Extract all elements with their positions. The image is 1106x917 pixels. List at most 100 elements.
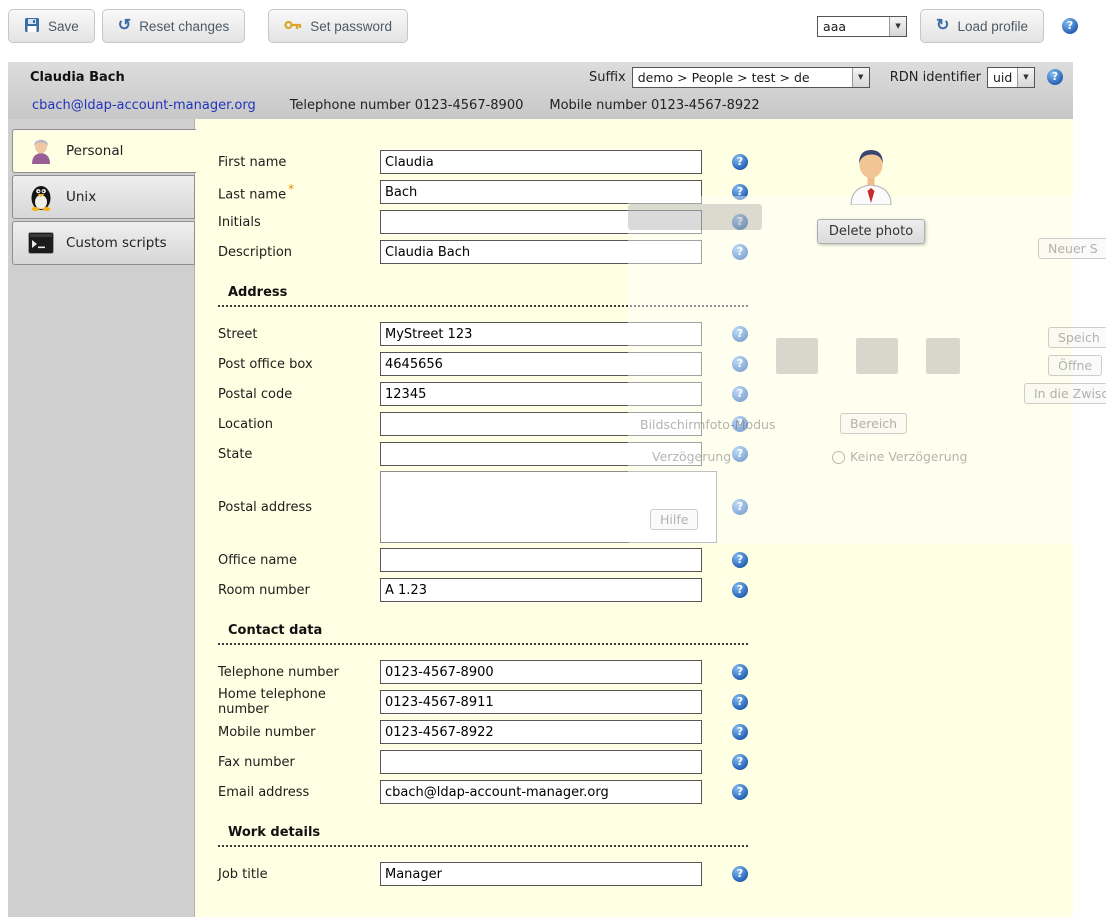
field-label: Office name (218, 553, 380, 568)
load-profile-label: Load profile (957, 19, 1028, 34)
initials-input[interactable] (380, 210, 702, 234)
lam-account-edit-page: Save Reset changes Set password aaa Load… (0, 0, 1106, 917)
dropdown-arrow-icon[interactable] (852, 68, 869, 87)
help-icon[interactable] (732, 386, 748, 402)
profile-select[interactable]: aaa (817, 16, 907, 37)
help-icon[interactable] (732, 866, 748, 882)
help-icon[interactable] (732, 154, 748, 170)
field-label: Email address (218, 785, 380, 800)
tab-unix[interactable]: Unix (12, 175, 195, 219)
toolbar-right-group: aaa Load profile (817, 9, 1078, 43)
home-telephone-number-input[interactable] (380, 690, 702, 714)
help-icon[interactable] (732, 446, 748, 462)
postal-address-textarea[interactable] (380, 471, 717, 543)
field-label: Last name (218, 187, 286, 202)
dropdown-arrow-icon[interactable] (1017, 68, 1034, 87)
help-icon[interactable] (732, 582, 748, 598)
fax-number-input[interactable] (380, 750, 702, 774)
email-address-input[interactable] (380, 780, 702, 804)
help-icon[interactable] (732, 694, 748, 710)
set-password-label: Set password (310, 19, 392, 34)
rdn-identifier-label: RDN identifier (890, 70, 981, 85)
key-icon (284, 19, 302, 34)
terminal-icon (26, 232, 56, 254)
tab-custom-scripts-label: Custom scripts (66, 235, 167, 251)
field-label: Initials (218, 215, 380, 230)
help-icon[interactable] (732, 754, 748, 770)
form-row: Last name* (218, 177, 1073, 207)
street-input[interactable] (380, 322, 702, 346)
form-row: Room number (218, 575, 1073, 605)
page-body: Personal Unix Custom scripts First name (8, 119, 1073, 917)
person-icon (26, 137, 56, 165)
suffix-select[interactable]: demo > People > test > de (632, 67, 870, 88)
reset-changes-button[interactable]: Reset changes (102, 9, 245, 43)
reset-icon (118, 18, 131, 34)
last-name-input[interactable] (380, 180, 702, 204)
help-icon[interactable] (732, 784, 748, 800)
tab-personal[interactable]: Personal (12, 129, 196, 173)
section-header-work-details: Work details (218, 825, 748, 847)
form-row: Fax number (218, 747, 1073, 777)
form-row: Postal code (218, 379, 1073, 409)
rdn-identifier-select[interactable]: uid (987, 67, 1035, 88)
field-label: Telephone number (218, 665, 380, 680)
postal-code-input[interactable] (380, 382, 702, 406)
help-icon[interactable] (1062, 18, 1078, 34)
account-mobile: Mobile number 0123-4567-8922 (549, 98, 759, 113)
form-row: Location (218, 409, 1073, 439)
tux-penguin-icon (26, 183, 56, 211)
account-email-link[interactable]: cbach@ldap-account-manager.org (32, 98, 256, 113)
mobile-number-input[interactable] (380, 720, 702, 744)
tab-custom-scripts[interactable]: Custom scripts (12, 221, 195, 265)
field-label: Postal address (218, 500, 380, 515)
room-number-input[interactable] (380, 578, 702, 602)
field-label: Postal code (218, 387, 380, 402)
save-button[interactable]: Save (8, 9, 95, 43)
load-profile-button[interactable]: Load profile (920, 9, 1044, 43)
tab-unix-label: Unix (66, 189, 96, 205)
help-icon[interactable] (732, 326, 748, 342)
delete-photo-button[interactable]: Delete photo (817, 219, 925, 244)
description-input[interactable] (380, 240, 702, 264)
form-row: Mobile number (218, 717, 1073, 747)
account-name: Claudia Bach (30, 70, 125, 85)
account-header: Claudia Bach Suffix demo > People > test… (8, 62, 1073, 119)
dropdown-arrow-icon[interactable] (889, 17, 906, 36)
load-profile-icon (936, 18, 949, 34)
form-row: Job title (218, 859, 1073, 889)
field-label: First name (218, 155, 380, 170)
module-tab-sidebar: Personal Unix Custom scripts (8, 119, 195, 917)
help-icon[interactable] (732, 244, 748, 260)
field-label: Room number (218, 583, 380, 598)
account-telephone: Telephone number 0123-4567-8900 (290, 98, 524, 113)
field-label: Location (218, 417, 380, 432)
help-icon[interactable] (732, 416, 748, 432)
help-icon[interactable] (732, 499, 748, 515)
field-label: Home telephone number (218, 687, 380, 717)
post-office-box-input[interactable] (380, 352, 702, 376)
state-input[interactable] (380, 442, 702, 466)
field-label: Post office box (218, 357, 380, 372)
help-icon[interactable] (732, 664, 748, 680)
job-title-input[interactable] (380, 862, 702, 886)
help-icon[interactable] (1047, 69, 1063, 85)
help-icon[interactable] (732, 552, 748, 568)
office-name-input[interactable] (380, 548, 702, 572)
required-marker: * (288, 182, 294, 196)
suffix-label: Suffix (589, 70, 626, 85)
profile-select-value: aaa (823, 19, 846, 34)
location-input[interactable] (380, 412, 702, 436)
first-name-input[interactable] (380, 150, 702, 174)
help-icon[interactable] (732, 184, 748, 200)
help-icon[interactable] (732, 214, 748, 230)
user-photo-widget: Delete photo (815, 143, 927, 244)
form-row: Office name (218, 545, 1073, 575)
form-row: Post office box (218, 349, 1073, 379)
form-row: Telephone number (218, 657, 1073, 687)
help-icon[interactable] (732, 356, 748, 372)
set-password-button[interactable]: Set password (268, 9, 408, 43)
form-row: Home telephone number (218, 687, 1073, 717)
telephone-number-input[interactable] (380, 660, 702, 684)
help-icon[interactable] (732, 724, 748, 740)
